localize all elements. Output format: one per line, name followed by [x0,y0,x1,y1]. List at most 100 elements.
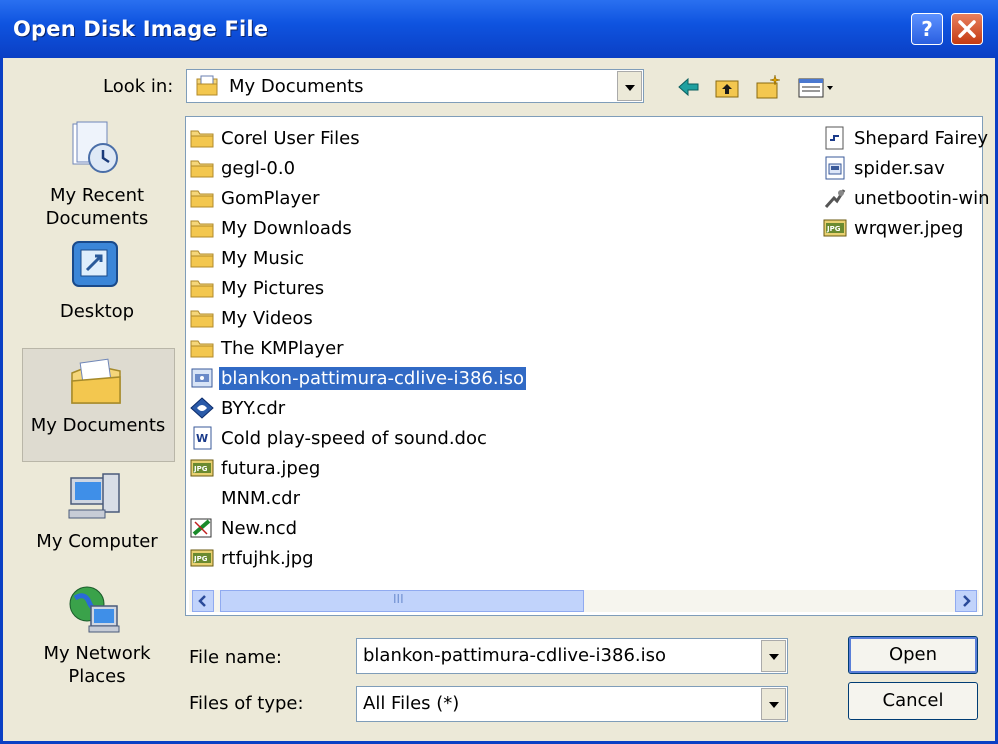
files-of-type-value: All Files (*) [363,693,460,714]
file-list-item[interactable]: W Cold play-speed of sound.doc [189,424,489,452]
folder-icon [190,190,214,208]
file-list-item[interactable]: New.ncd [189,514,299,542]
file-name: The KMPlayer [221,337,344,359]
scroll-grip: III [393,592,404,606]
svg-text:JPG: JPG [826,225,841,233]
scroll-thumb[interactable]: III [220,590,584,612]
disk-image-icon [191,368,213,388]
place-my-documents[interactable]: My Documents [22,348,175,462]
file-name: GomPlayer [221,187,320,209]
file-name-input[interactable]: blankon-pattimura-cdlive-i386.iso [356,638,788,674]
view-menu-icon[interactable] [797,73,837,101]
files-of-type-dropdown[interactable]: All Files (*) [356,686,788,722]
folder-icon [190,220,214,238]
file-name: blankon-pattimura-cdlive-i386.iso [219,366,527,390]
my-computer-icon [68,473,120,519]
svg-text:W: W [196,432,208,445]
horizontal-scrollbar[interactable]: III [189,590,979,612]
coreldraw-icon [190,397,214,419]
file-name: futura.jpeg [221,457,321,479]
file-list-item-selected[interactable]: blankon-pattimura-cdlive-i386.iso [189,364,527,392]
place-label: My Network Places [43,643,151,687]
file-list-item[interactable]: BYY.cdr [189,394,287,422]
file-name: My Downloads [221,217,352,239]
jpeg-icon: JPG [190,459,214,477]
up-folder-icon[interactable] [713,73,741,101]
file-name: Shepard Fairey [854,127,989,149]
file-name: My Music [221,247,305,269]
file-list-item[interactable]: JPG wrqwer.jpeg [822,214,965,242]
desktop-icon [72,241,118,287]
file-name: New.ncd [221,517,298,539]
my-documents-small-icon [196,75,218,96]
file-name: wrqwer.jpeg [854,217,964,239]
folder-icon [190,130,214,148]
file-list-item[interactable]: gegl-0.0 [189,154,297,182]
file-list[interactable]: Corel User Files gegl-0.0 GomPlayer My D… [185,116,990,616]
file-name-value: blankon-pattimura-cdlive-i386.iso [363,645,667,666]
place-desktop[interactable]: Desktop [19,232,175,344]
file-name: My Videos [221,307,313,329]
file-list-item[interactable]: My Music [189,244,306,272]
chevron-left-icon [198,595,206,607]
title-bar[interactable]: Open Disk Image File ? [0,0,998,58]
file-name: spider.sav [854,157,945,179]
scroll-right-button[interactable] [955,590,977,612]
open-disk-image-dialog: Open Disk Image File ? Look in: My Docum… [0,0,998,744]
save-file-icon [825,156,845,180]
folder-icon [190,310,214,328]
file-list-item[interactable]: My Videos [189,304,315,332]
place-my-network-places[interactable]: My Network Places [19,576,175,700]
jpeg-icon: JPG [190,549,214,567]
places-bar: My Recent Documents Desktop My Documents [19,114,175,734]
svg-text:JPG: JPG [193,465,208,473]
look-in-label: Look in: [103,76,174,97]
file-name: My Pictures [221,277,325,299]
file-list-item[interactable]: JPG rtfujhk.jpg [189,544,316,572]
close-icon [958,20,976,38]
new-folder-icon[interactable] [755,73,783,101]
folder-icon [190,280,214,298]
place-label: Desktop [59,301,135,322]
file-list-item[interactable]: Shepard Fairey [822,124,990,152]
file-list-item[interactable]: spider.sav [822,154,947,182]
open-button[interactable]: Open [848,636,978,674]
look-in-dropdown-arrow[interactable] [617,71,642,101]
place-label: My Recent Documents [45,185,149,229]
back-icon[interactable] [675,73,703,101]
file-list-item[interactable]: My Pictures [189,274,326,302]
place-my-computer[interactable]: My Computer [19,466,175,576]
blank-file-icon [189,486,215,510]
file-list-item[interactable]: GomPlayer [189,184,322,212]
file-list-item[interactable]: Corel User Files [189,124,362,152]
folder-icon [190,160,214,178]
files-of-type-dropdown-arrow[interactable] [761,688,786,720]
file-name-dropdown-arrow[interactable] [761,640,786,672]
word-document-icon: W [193,426,212,450]
look-in-dropdown[interactable]: My Documents [186,69,644,103]
close-button[interactable] [951,13,983,45]
chevron-right-icon [963,595,971,607]
place-label: My Computer [36,531,158,552]
folder-icon [190,250,214,268]
file-name: Cold play-speed of sound.doc [221,427,487,449]
file-list-item[interactable]: My Downloads [189,214,354,242]
file-list-item[interactable]: MNM.cdr [189,484,302,512]
my-documents-icon [71,358,121,404]
place-my-recent-documents[interactable]: My Recent Documents [19,114,175,232]
file-name: BYY.cdr [221,397,286,419]
place-label: My Documents [30,415,166,436]
file-list-item[interactable]: unetbootin-win [822,184,992,212]
help-button[interactable]: ? [911,13,943,45]
scroll-left-button[interactable] [192,590,214,612]
file-name-label: File name: [189,647,282,668]
file-name: gegl-0.0 [221,157,296,179]
application-icon [824,189,846,208]
files-of-type-label: Files of type: [189,693,304,714]
file-list-item[interactable]: The KMPlayer [189,334,346,362]
file-name: MNM.cdr [221,487,300,509]
nero-icon [190,518,212,538]
file-name: unetbootin-win [854,187,990,209]
file-list-item[interactable]: JPG futura.jpeg [189,454,322,482]
cancel-button[interactable]: Cancel [848,682,978,720]
